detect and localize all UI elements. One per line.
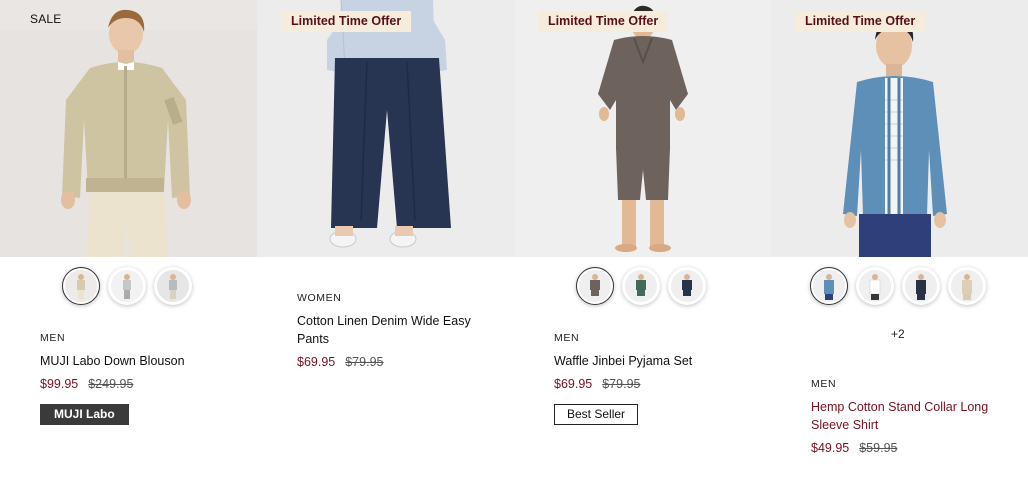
price-group: $49.95 $59.95	[811, 441, 897, 455]
color-swatch-beige[interactable]	[62, 267, 100, 305]
product-name[interactable]: Hemp Cotton Stand Collar Long Sleeve Shi…	[811, 398, 1001, 434]
product-name[interactable]: MUJI Labo Down Blouson	[40, 352, 230, 370]
product-category: WOMEN	[297, 292, 342, 304]
sale-price: $99.95	[40, 377, 79, 391]
product-name[interactable]: Waffle Jinbei Pyjama Set	[554, 352, 744, 370]
product-category: MEN	[40, 332, 66, 344]
product-category: MEN	[811, 378, 837, 390]
color-swatch-brown[interactable]	[576, 267, 614, 305]
product-card-3[interactable]: Limited Time Offer MEN Waffle Jinbei Pyj…	[514, 0, 771, 502]
price-group: $69.95 $79.95	[554, 377, 640, 391]
color-swatches	[576, 267, 706, 305]
color-swatch-navy[interactable]	[668, 267, 706, 305]
original-price: $249.95	[88, 377, 134, 391]
product-image[interactable]	[771, 0, 1028, 257]
color-swatch-blue[interactable]	[810, 267, 848, 305]
color-swatches	[810, 267, 986, 305]
product-name[interactable]: Cotton Linen Denim Wide Easy Pants	[297, 312, 487, 348]
original-price: $79.95	[602, 377, 641, 391]
sale-badge: SALE	[30, 12, 62, 26]
best-seller-tag: Best Seller	[554, 404, 639, 425]
muji-labo-tag: MUJI Labo	[40, 404, 129, 425]
sale-price: $49.95	[811, 441, 850, 455]
product-card-2[interactable]: Limited Time Offer WOMEN Cotton Linen De…	[257, 0, 514, 502]
product-category: MEN	[554, 332, 580, 344]
color-swatch-dark-navy[interactable]	[902, 267, 940, 305]
color-swatch-light-grey[interactable]	[154, 267, 192, 305]
limited-time-offer-badge: Limited Time Offer	[538, 11, 669, 32]
price-group: $99.95 $249.95	[40, 377, 133, 391]
original-price: $79.95	[345, 355, 384, 369]
color-swatch-grey[interactable]	[108, 267, 146, 305]
limited-time-offer-badge: Limited Time Offer	[795, 11, 926, 32]
product-image[interactable]	[514, 0, 771, 257]
sale-price: $69.95	[554, 377, 593, 391]
product-card-4[interactable]: Limited Time Offer +2 MEN Hemp Cotton St…	[771, 0, 1028, 502]
product-image[interactable]	[0, 0, 257, 257]
product-image[interactable]	[257, 0, 514, 257]
color-swatch-beige[interactable]	[948, 267, 986, 305]
original-price: $59.95	[859, 441, 898, 455]
price-group: $69.95 $79.95	[297, 355, 383, 369]
color-swatches	[62, 267, 192, 305]
color-swatch-green[interactable]	[622, 267, 660, 305]
product-card-1[interactable]: SALE MEN MUJI Labo Down Blouson $99.95 $2…	[0, 0, 257, 502]
more-colors-count[interactable]: +2	[891, 327, 905, 341]
color-swatch-white[interactable]	[856, 267, 894, 305]
limited-time-offer-badge: Limited Time Offer	[281, 11, 412, 32]
sale-price: $69.95	[297, 355, 336, 369]
